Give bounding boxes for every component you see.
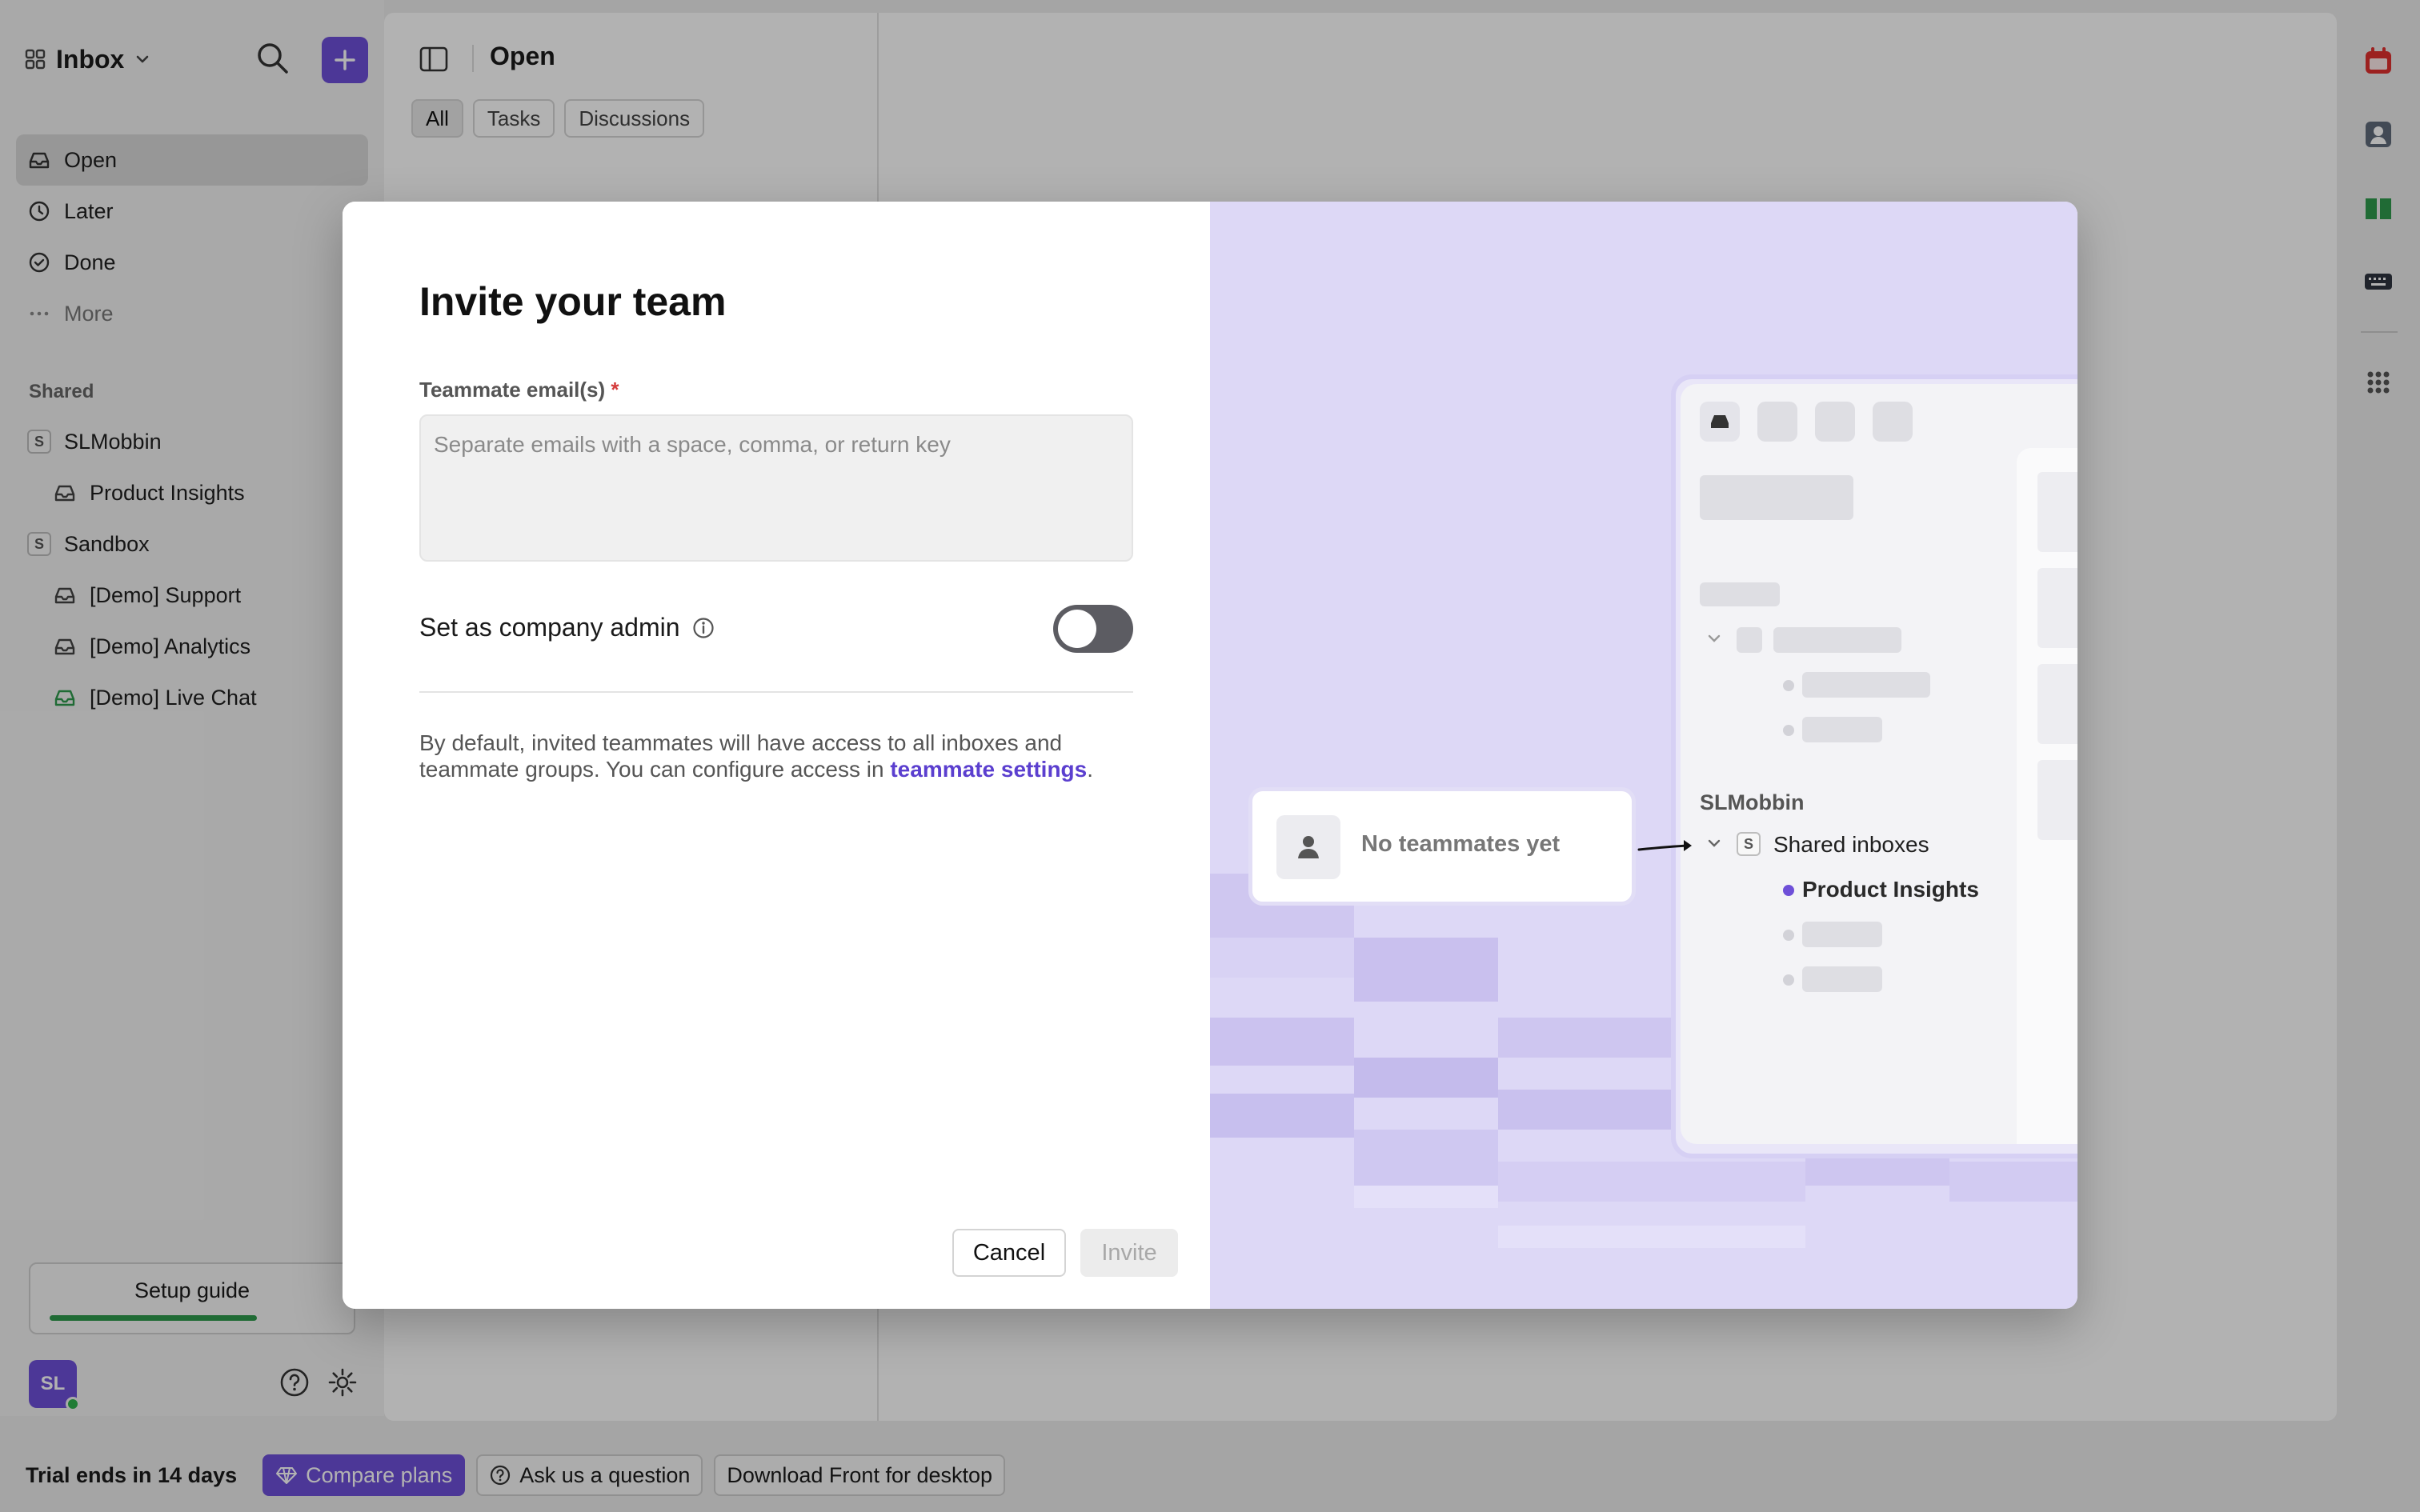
admin-toggle[interactable] <box>1053 605 1133 653</box>
mock-app-content: SLMobbin S Shared inboxes Product Insigh… <box>1681 384 2077 1144</box>
decor-block <box>1354 1130 1498 1186</box>
mock-app-window: SLMobbin S Shared inboxes Product Insigh… <box>1671 374 2077 1158</box>
placeholder-bar <box>1815 402 1855 442</box>
placeholder-bar <box>1737 627 1762 653</box>
decor-block <box>1498 1226 1805 1248</box>
decor-block <box>1354 1058 1498 1098</box>
no-teammates-text: No teammates yet <box>1361 831 1561 857</box>
divider <box>419 691 1133 693</box>
placeholder-bar <box>1873 402 1913 442</box>
toggle-knob <box>1058 610 1096 648</box>
invite-illustration: SLMobbin S Shared inboxes Product Insigh… <box>1210 202 2077 1309</box>
invite-team-modal: Invite your team Teammate email(s) * Set… <box>343 202 2077 1309</box>
admin-setting: Set as company admin <box>419 613 715 642</box>
decor-block <box>1498 1090 1671 1130</box>
decor-block <box>1949 1162 2077 1202</box>
person-icon <box>1276 815 1340 879</box>
placeholder-dot <box>1783 725 1794 736</box>
decor-block <box>1210 1094 1354 1138</box>
modal-title: Invite your team <box>419 279 727 324</box>
no-teammates-card: No teammates yet <box>1248 787 1636 906</box>
placeholder-bar <box>1802 717 1882 742</box>
shared-inboxes-label: Shared inboxes <box>1773 832 1929 857</box>
admin-label: Set as company admin <box>419 613 680 642</box>
decor-block <box>1210 938 1354 978</box>
inbox-icon <box>1700 402 1740 442</box>
info-icon[interactable] <box>691 616 715 640</box>
placeholder-bar <box>1802 672 1930 698</box>
chevron-down-icon <box>1708 634 1721 642</box>
description-suffix: . <box>1087 757 1094 782</box>
placeholder-dot <box>1783 974 1794 986</box>
decor-block <box>1354 1186 1498 1208</box>
invite-button[interactable]: Invite <box>1080 1229 1178 1277</box>
person-glyph <box>1298 836 1319 858</box>
email-field[interactable] <box>419 414 1133 562</box>
placeholder-dot <box>1783 930 1794 941</box>
placeholder-bar <box>2037 664 2077 744</box>
email-field-label: Teammate email(s) * <box>419 378 619 402</box>
placeholder-bar <box>1757 402 1797 442</box>
cancel-button[interactable]: Cancel <box>952 1229 1066 1277</box>
workspace-name: SLMobbin <box>1700 790 1805 814</box>
mock-conversation-panel <box>2017 448 2077 1144</box>
placeholder-dot <box>1783 680 1794 691</box>
placeholder-bar <box>1700 475 1853 520</box>
placeholder-bar <box>1700 582 1780 606</box>
placeholder-bar <box>1773 627 1901 653</box>
decor-block <box>1498 1162 1805 1202</box>
required-mark: * <box>611 378 619 402</box>
email-label-text: Teammate email(s) <box>419 378 606 402</box>
chevron-down-icon <box>1708 839 1721 847</box>
placeholder-bar <box>2037 760 2077 840</box>
active-dot <box>1783 885 1794 896</box>
invite-form: Invite your team Teammate email(s) * Set… <box>343 202 1210 1309</box>
access-description: By default, invited teammates will have … <box>419 730 1140 782</box>
product-insights-label: Product Insights <box>1802 877 1979 902</box>
decor-block <box>1354 938 1498 1002</box>
group-badge: S <box>1737 832 1761 856</box>
decor-block <box>1498 1018 1671 1058</box>
placeholder-bar <box>1802 966 1882 992</box>
placeholder-bar <box>2037 472 2077 552</box>
decor-block <box>1210 1018 1354 1066</box>
arrow-icon <box>1637 840 1692 851</box>
teammate-settings-link[interactable]: teammate settings <box>890 757 1087 782</box>
placeholder-bar <box>1802 922 1882 947</box>
placeholder-bar <box>2037 568 2077 648</box>
